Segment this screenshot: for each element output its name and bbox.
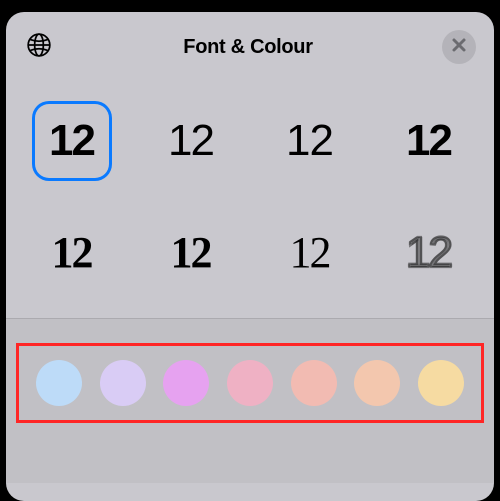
globe-icon	[26, 32, 52, 63]
sheet-header: Font & Colour	[6, 12, 494, 76]
font-sample-label: 12	[168, 119, 213, 163]
font-option-regular[interactable]: 12	[273, 104, 347, 178]
font-option-outline[interactable]: 12	[392, 216, 466, 290]
close-button[interactable]	[442, 30, 476, 64]
font-sample-label: 12	[406, 231, 451, 275]
close-icon	[451, 37, 467, 58]
font-sample-label: 12	[290, 231, 330, 275]
font-option-serif-thin[interactable]: 12	[273, 216, 347, 290]
colour-swatch-yellow[interactable]	[418, 360, 464, 406]
font-sample-label: 12	[52, 231, 92, 275]
font-sample-label: 12	[286, 119, 333, 163]
font-option-light[interactable]: 12	[154, 104, 228, 178]
font-sample-label: 12	[406, 119, 451, 163]
font-sample-label: 12	[171, 231, 211, 275]
colour-swatch-lavender[interactable]	[100, 360, 146, 406]
annotation-highlight-box	[16, 343, 484, 423]
colour-swatch-pink[interactable]	[227, 360, 273, 406]
font-sample-label: 12	[49, 119, 94, 163]
font-colour-sheet: Font & Colour 12 12 12 12 12 12	[6, 12, 494, 501]
colour-row[interactable]	[27, 360, 473, 406]
sheet-title: Font & Colour	[183, 36, 312, 59]
font-option-stencil[interactable]: 12	[392, 104, 466, 178]
font-option-slab[interactable]: 12	[154, 216, 228, 290]
colour-swatch-light-blue[interactable]	[36, 360, 82, 406]
font-option-serif[interactable]: 12	[35, 216, 109, 290]
font-option-rounded[interactable]: 12	[35, 104, 109, 178]
colour-swatch-coral[interactable]	[291, 360, 337, 406]
language-globe-button[interactable]	[24, 32, 54, 62]
font-grid: 12 12 12 12 12 12 12 12	[6, 76, 494, 318]
colour-swatch-peach[interactable]	[354, 360, 400, 406]
colour-section	[6, 319, 494, 483]
colour-swatch-magenta-pink[interactable]	[163, 360, 209, 406]
